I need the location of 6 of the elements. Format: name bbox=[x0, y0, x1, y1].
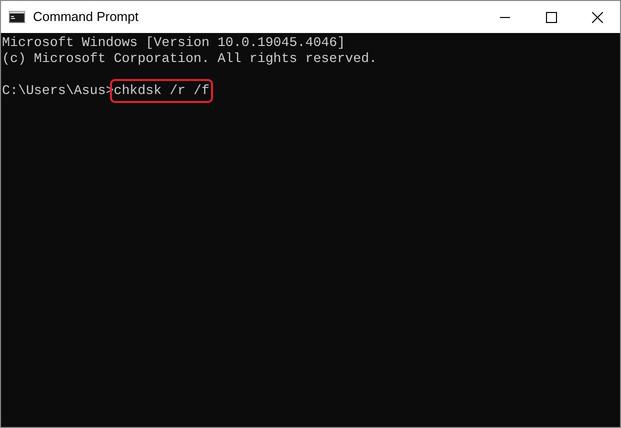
console-output-line: (c) Microsoft Corporation. All rights reserved. bbox=[2, 51, 378, 66]
maximize-icon bbox=[546, 12, 556, 22]
console-output-line: Microsoft Windows [Version 10.0.19045.4046] bbox=[2, 35, 346, 50]
close-icon bbox=[592, 12, 602, 22]
console-app-icon bbox=[9, 11, 25, 23]
window-title: Command Prompt bbox=[33, 8, 138, 26]
